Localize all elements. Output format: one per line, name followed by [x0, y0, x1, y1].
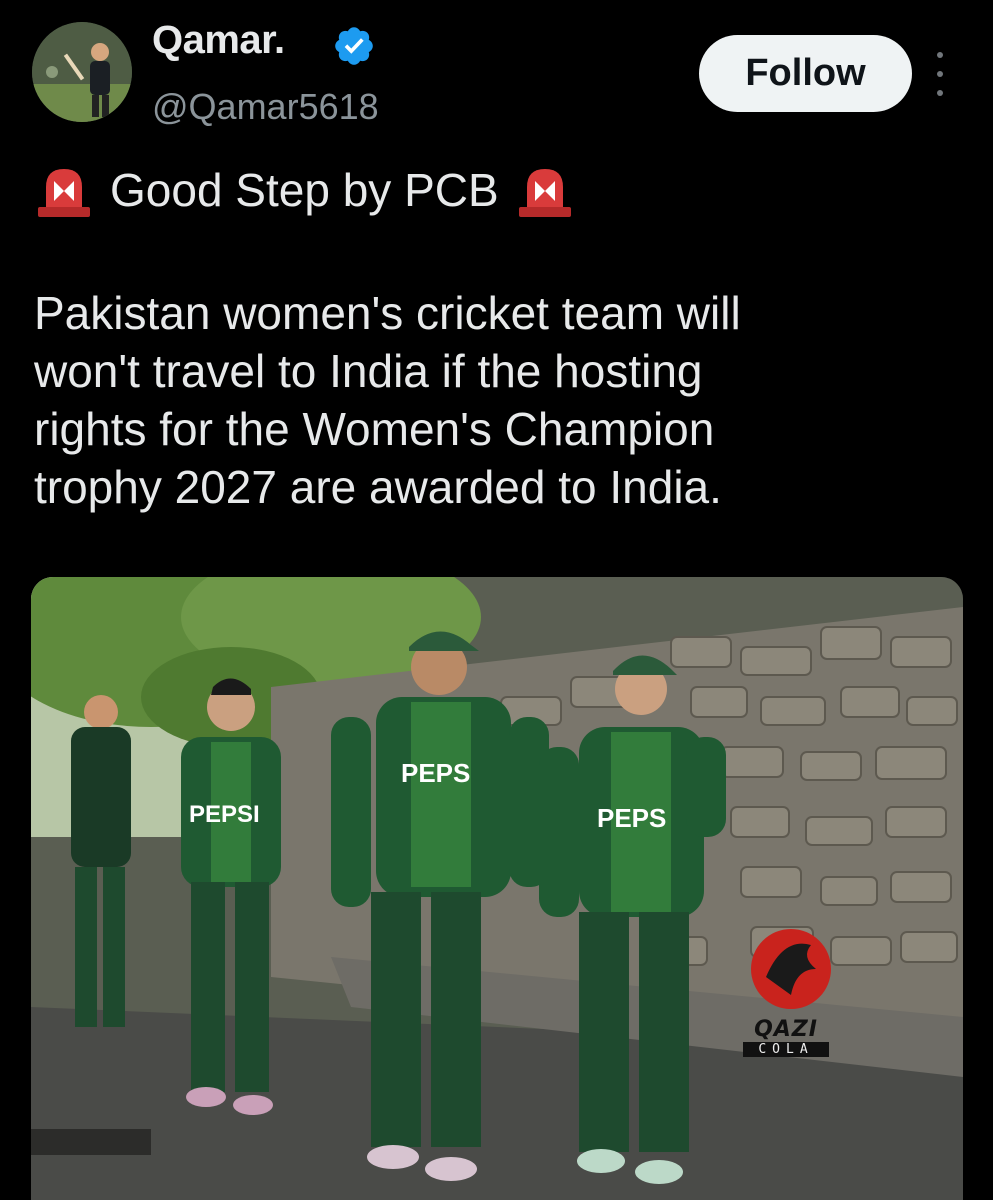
post-body-text: Pakistan women's cricket team will won't…	[34, 287, 741, 513]
more-options-icon[interactable]	[928, 52, 952, 96]
post-headline: Good Step by PCB	[34, 158, 575, 222]
jersey-text: PEPS	[597, 803, 666, 833]
sponsor-logo-subtext: COLA	[743, 1042, 829, 1057]
author-handle[interactable]: @Qamar5618	[152, 86, 379, 128]
headline-text: Good Step by PCB	[110, 164, 499, 216]
siren-icon	[518, 169, 571, 217]
verified-badge-icon	[335, 27, 373, 65]
follow-button[interactable]: Follow	[699, 35, 912, 112]
avatar[interactable]	[32, 22, 132, 122]
sponsor-logo-name: QAZI	[754, 1017, 818, 1042]
sponsor-logo: QAZI COLA	[731, 1017, 841, 1057]
jersey-text: PEPS	[401, 758, 470, 788]
display-name[interactable]: Qamar.	[152, 18, 285, 63]
siren-icon	[38, 169, 90, 217]
jersey-text: PEPSI	[189, 801, 260, 828]
post-image[interactable]: PEPSI PEPS PEPS QAZI COLA	[31, 577, 963, 1200]
post-header: Qamar. @Qamar5618 Follow	[0, 0, 993, 140]
